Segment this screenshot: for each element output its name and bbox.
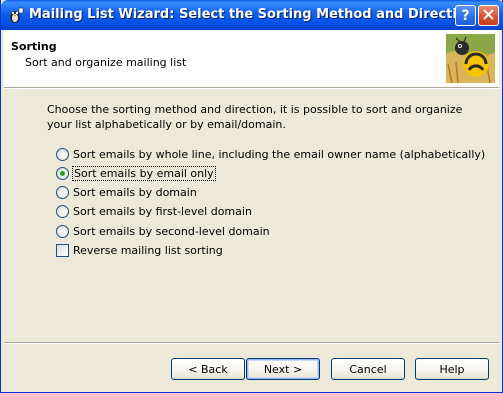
- title-bar[interactable]: Mailing List Wizard: Select the Sorting …: [1, 0, 503, 30]
- window-title: Mailing List Wizard: Select the Sorting …: [29, 7, 476, 22]
- header-divider: [4, 88, 499, 89]
- radio-whole-line[interactable]: [56, 147, 69, 161]
- help-icon: ?: [461, 7, 470, 24]
- radio-first-level-domain[interactable]: [56, 204, 69, 218]
- help-title-button[interactable]: ?: [455, 5, 476, 26]
- option-label: Sort emails by first-level domain: [73, 204, 252, 218]
- back-button[interactable]: < Back: [171, 358, 245, 380]
- option-label: Sort emails by domain: [73, 185, 197, 199]
- footer-divider: [4, 342, 499, 344]
- option-whole-line[interactable]: Sort emails by whole line, including the…: [56, 146, 485, 162]
- page-subtitle: Sort and organize mailing list: [25, 56, 187, 69]
- reverse-sorting-checkbox[interactable]: [56, 243, 69, 257]
- option-second-level-domain[interactable]: Sort emails by second-level domain: [56, 223, 270, 239]
- option-first-level-domain[interactable]: Sort emails by first-level domain: [56, 203, 252, 219]
- reverse-sorting-option[interactable]: Reverse mailing list sorting: [56, 242, 223, 258]
- option-label: Sort emails by whole line, including the…: [73, 147, 486, 161]
- close-button[interactable]: [478, 5, 499, 26]
- radio-email-only[interactable]: [56, 166, 69, 180]
- next-button[interactable]: Next >: [246, 358, 320, 380]
- page-title: Sorting: [11, 40, 57, 53]
- radio-second-level-domain[interactable]: [56, 224, 69, 238]
- option-domain[interactable]: Sort emails by domain: [56, 184, 197, 200]
- app-icon: [6, 6, 24, 24]
- wizard-header: Sorting Sort and organize mailing list: [4, 30, 499, 88]
- instructions-text: Choose the sorting method and direction,…: [47, 103, 463, 131]
- option-label: Sort emails by email only: [72, 165, 216, 181]
- checkbox-label: Reverse mailing list sorting: [73, 243, 223, 257]
- close-icon: [483, 9, 494, 23]
- option-email-only[interactable]: Sort emails by email only: [56, 165, 216, 181]
- help-button[interactable]: Help: [415, 358, 489, 380]
- radio-domain[interactable]: [56, 185, 69, 199]
- wizard-logo-image: [446, 34, 495, 84]
- cancel-button[interactable]: Cancel: [331, 358, 405, 380]
- option-label: Sort emails by second-level domain: [73, 224, 270, 238]
- wizard-window: Mailing List Wizard: Select the Sorting …: [0, 0, 503, 393]
